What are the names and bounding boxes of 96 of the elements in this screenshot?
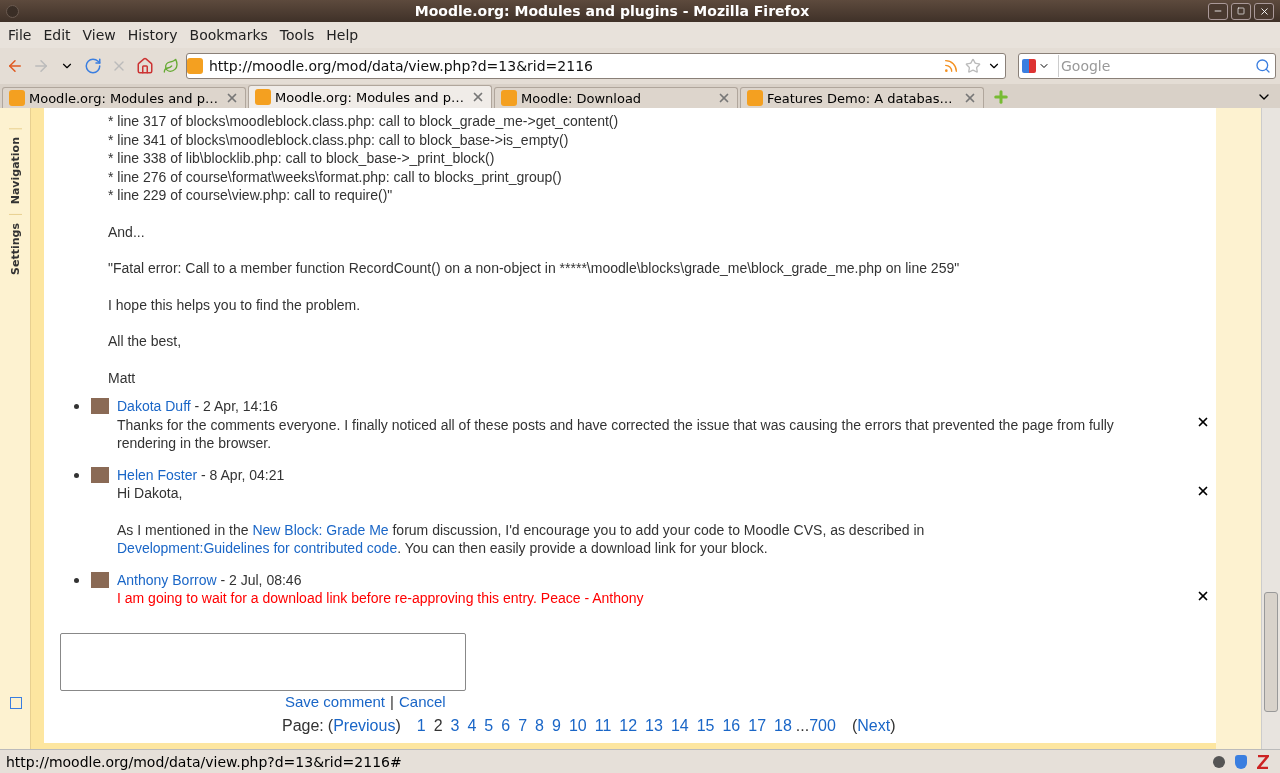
avatar	[91, 398, 109, 414]
cancel-link[interactable]: Cancel	[398, 692, 446, 710]
author-link[interactable]: Dakota Duff	[117, 398, 191, 414]
page-link[interactable]: 8	[535, 717, 544, 736]
search-icon[interactable]	[1255, 58, 1271, 74]
previous-link[interactable]: Previous	[333, 717, 396, 736]
bullet	[74, 577, 79, 583]
author-link[interactable]: Anthony Borrow	[117, 571, 217, 588]
author-link[interactable]: Helen Foster	[117, 466, 198, 483]
menu-item[interactable]: Tools	[273, 27, 321, 43]
side-tab[interactable]: Navigation	[8, 128, 22, 213]
text-line: * line 276 of course\format\weeks\format.php: call to blocks_print_group()	[108, 167, 563, 186]
page-link[interactable]: 4	[467, 717, 477, 736]
delete-icon[interactable]	[1196, 415, 1210, 429]
minimize-button[interactable]	[1208, 2, 1228, 20]
comment-text: Hi Dakota,	[117, 484, 184, 503]
text-line: * line 338 of lib\blocklib.php: call to block_base->_print_block()	[108, 149, 496, 168]
link[interactable]: Development:Guidelines for contributed code	[117, 540, 398, 556]
page-link[interactable]: 14	[670, 717, 689, 736]
browser-tab[interactable]: Features Demo: A databas…	[740, 87, 984, 108]
address-field[interactable]: http://moodle.org/mod/data/view.php?d=13&rid=2116	[186, 53, 1006, 79]
browser-tab[interactable]: Moodle: Download	[494, 87, 738, 108]
link[interactable]: New Block: Grade Me	[252, 521, 389, 538]
page-link[interactable]: 700	[809, 717, 836, 736]
bullet	[74, 404, 79, 409]
maximize-icon	[1237, 7, 1245, 15]
close-tab-icon[interactable]	[717, 91, 731, 105]
search-box[interactable]: Google	[1018, 53, 1276, 79]
ellipsis: ...	[795, 717, 810, 736]
comment-text: Thanks for the comments everyone. I finally noticed all of these posts and have corrected the issue that was causing the errors that prevented the page from fully rendering in the browser.	[117, 415, 1115, 453]
site-icon	[255, 89, 271, 105]
parenthesis: (	[851, 717, 858, 736]
text-line: * line 341 of blocks\moodleblock.class.php: call to block_base->is_empty()	[108, 130, 570, 149]
paragraph: "Fatal error: Call to a member function RecordCount() on a non-object in *****\moodle\blocks\grade_me\block_grade_me.php on line 259"	[108, 259, 961, 278]
avatar	[91, 466, 109, 483]
close-tab-icon[interactable]	[471, 90, 485, 104]
browser-tab[interactable]: Moodle.org: Modules and p…	[248, 85, 492, 108]
page-link[interactable]: 3	[450, 717, 460, 736]
page-link[interactable]: 11	[594, 717, 612, 736]
avatar	[91, 571, 109, 588]
maximize-button[interactable]	[1231, 2, 1251, 20]
comment-date: - 2 Jul, 08:46	[220, 571, 302, 588]
page-link[interactable]: 18	[774, 717, 792, 736]
comment-field[interactable]	[60, 632, 466, 691]
page-link[interactable]: 10	[568, 717, 587, 736]
page-link[interactable]: 5	[484, 717, 494, 736]
close-button[interactable]	[1254, 2, 1274, 20]
dock-icon[interactable]	[10, 697, 22, 709]
page-link[interactable]: 2	[433, 717, 443, 736]
menu-item[interactable]: History	[121, 27, 184, 43]
page-link[interactable]: 9	[551, 717, 561, 736]
side-tab[interactable]: Settings	[8, 214, 22, 284]
page-link[interactable]: 16	[722, 717, 741, 736]
menu-item[interactable]: Help	[320, 27, 365, 43]
separator: |	[390, 692, 394, 710]
comment-text: As I mentioned in the New Block: Grade Me forum discussion, I'd encourage you to add your code to Moodle CVS, as described in Development:Guidelines for contributed code. You can then easily provide a download link for your block.	[117, 520, 926, 558]
parenthesis: (	[327, 717, 334, 736]
feed-icon[interactable]	[943, 58, 959, 74]
status-text: http://moodle.org/mod/data/view.php?d=13&rid=2116#	[6, 753, 403, 770]
paragraph: All the best,	[108, 332, 183, 351]
paragraph: Matt	[108, 368, 137, 387]
parenthesis: )	[890, 717, 896, 736]
close-tab-icon[interactable]	[225, 91, 239, 105]
bullet	[74, 472, 79, 478]
site-icon	[9, 90, 25, 106]
page-link[interactable]: 6	[501, 717, 511, 736]
site-icon	[747, 90, 763, 106]
close-icon	[1258, 5, 1270, 17]
site-icon	[501, 90, 517, 106]
comment-date: - 8 Apr, 04:21	[201, 466, 285, 483]
page-link[interactable]: 1	[416, 717, 426, 736]
menu-item[interactable]: File	[2, 27, 38, 43]
save-comment-link[interactable]: Save comment	[285, 692, 386, 710]
page-link[interactable]: 13	[645, 717, 663, 736]
page-link[interactable]: 17	[748, 717, 767, 736]
browser-tab[interactable]: Moodle.org: Modules and p…	[2, 87, 246, 108]
paragraph: And...	[108, 222, 146, 241]
comment-date: - 2 Apr, 14:16	[194, 398, 278, 414]
site-icon	[187, 58, 203, 74]
page-link[interactable]: 15	[696, 717, 715, 736]
comment-text: I am going to wait for a download link before re-approving this entry. Peace - Anthony	[117, 589, 645, 608]
window-menu-icon[interactable]	[6, 4, 19, 18]
star-icon[interactable]	[965, 58, 981, 74]
text-line: * line 317 of blocks\moodleblock.class.php: call to block_grade_me->get_content()	[108, 112, 620, 131]
next-link[interactable]: Next	[857, 717, 891, 736]
menu-item[interactable]: View	[76, 27, 122, 43]
page-link[interactable]: 7	[518, 717, 528, 736]
close-tab-icon[interactable]	[963, 91, 977, 105]
page-label: Page:	[282, 717, 324, 736]
menu-item[interactable]: Edit	[37, 27, 77, 43]
window-title: Moodle.org: Modules and plugins - Mozilla Firefox	[413, 3, 811, 19]
parenthesis: )	[395, 717, 401, 736]
page-link[interactable]: 12	[619, 717, 638, 736]
menu-item[interactable]: Bookmarks	[183, 27, 274, 43]
paragraph: I hope this helps you to find the problem.	[108, 295, 362, 314]
text-line: * line 229 of course\view.php: call to require()"	[108, 186, 394, 205]
